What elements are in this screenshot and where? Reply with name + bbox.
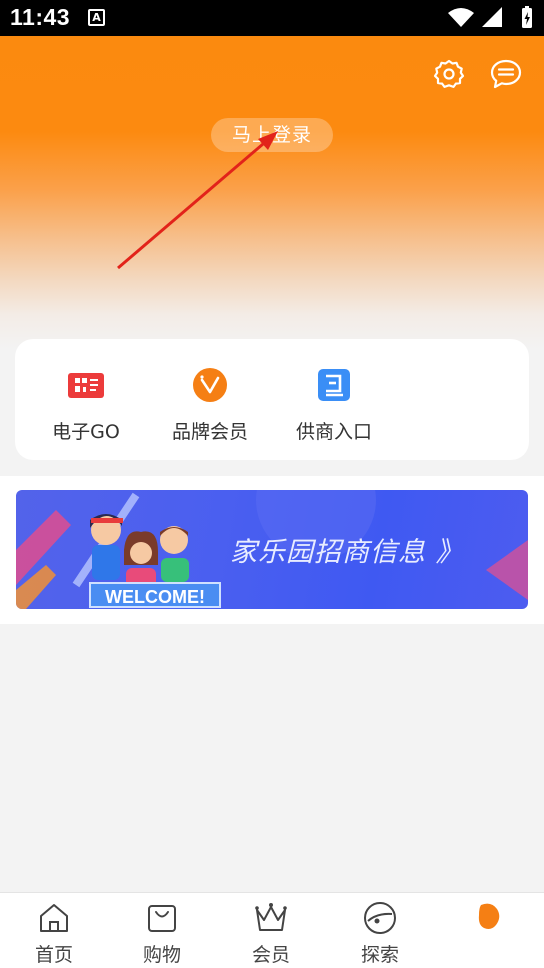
banner-section: 家乐园招商信息 》 WELCOME!	[0, 476, 544, 624]
notification-icon: A	[88, 9, 105, 26]
banner-title: 家乐园招商信息 》	[230, 537, 464, 568]
qr-card-icon	[68, 373, 104, 398]
settings-icon[interactable]	[433, 58, 465, 90]
explore-icon	[364, 902, 396, 934]
vip-badge-icon	[193, 368, 227, 402]
profile-active-icon	[478, 903, 500, 929]
profile-header: 马上登录	[0, 36, 544, 376]
quick-action-label: 品牌会员	[171, 421, 248, 443]
status-icons	[448, 6, 532, 28]
tab-profile[interactable]	[435, 893, 543, 968]
status-time: 11:43	[10, 4, 71, 30]
home-icon	[40, 904, 68, 932]
tab-label: 会员	[251, 944, 290, 966]
promo-banner[interactable]: 家乐园招商信息 》 WELCOME!	[16, 490, 528, 609]
tab-member[interactable]: 会员	[217, 893, 325, 968]
tab-label: 探索	[360, 944, 399, 966]
app-screen: 11:43 A 马上登录	[0, 0, 544, 968]
tab-shopping[interactable]: 购物	[108, 893, 216, 968]
quick-actions-card: 电子GO 品牌会员 供商入口	[15, 339, 529, 460]
welcome-sign: WELCOME!	[89, 582, 221, 608]
annotation-arrow	[117, 131, 278, 270]
quick-action-supplier[interactable]: 供商入口	[269, 339, 399, 460]
quick-action-brand-member[interactable]: 品牌会员	[145, 339, 275, 460]
status-bar: 11:43 A	[0, 0, 544, 36]
supplier-entry-icon	[318, 369, 350, 401]
signal-icon	[482, 7, 502, 27]
tab-home[interactable]: 首页	[0, 893, 108, 968]
wifi-icon	[448, 8, 474, 27]
shopping-bag-icon	[148, 905, 176, 932]
tab-label: 首页	[34, 944, 73, 966]
tab-explore[interactable]: 探索	[326, 893, 434, 968]
crown-icon	[255, 903, 287, 931]
tab-label: 购物	[142, 944, 181, 966]
bottom-tab-bar: 首页 购物 会员 探索	[0, 892, 544, 968]
quick-action-egou[interactable]: 电子GO	[21, 339, 151, 460]
message-icon[interactable]	[489, 58, 523, 90]
quick-action-label: 电子GO	[52, 421, 120, 443]
quick-action-label: 供商入口	[295, 421, 372, 443]
